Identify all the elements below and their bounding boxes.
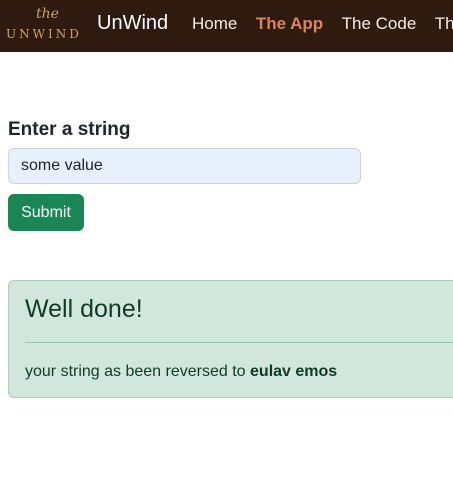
nav-link-the-app[interactable]: The App — [256, 14, 323, 34]
reversed-string: eulav emos — [250, 363, 338, 380]
string-input[interactable] — [8, 148, 361, 184]
logo-the-text: the — [36, 6, 59, 22]
nav-links: Home The App The Code The Repo — [192, 14, 453, 34]
alert-message: your string as been reversed to eulav em… — [25, 363, 337, 381]
alert-heading: Well done! — [25, 295, 143, 323]
submit-button[interactable]: Submit — [8, 194, 84, 231]
success-alert: Well done! your string as been reversed … — [8, 280, 453, 398]
nav-link-home[interactable]: Home — [192, 14, 237, 34]
brand-link[interactable]: UnWind — [97, 12, 168, 35]
navbar: the UNWIND UnWind Home The App The Code … — [0, 0, 453, 52]
logo[interactable]: the UNWIND — [6, 6, 86, 46]
alert-message-prefix: your string as been reversed to — [25, 363, 251, 380]
nav-link-the-code[interactable]: The Code — [342, 14, 417, 34]
logo-wordmark: UNWIND — [6, 27, 82, 41]
nav-link-the-repo[interactable]: The Repo — [435, 14, 453, 34]
alert-divider — [25, 342, 453, 343]
string-input-label: Enter a string — [8, 119, 131, 140]
